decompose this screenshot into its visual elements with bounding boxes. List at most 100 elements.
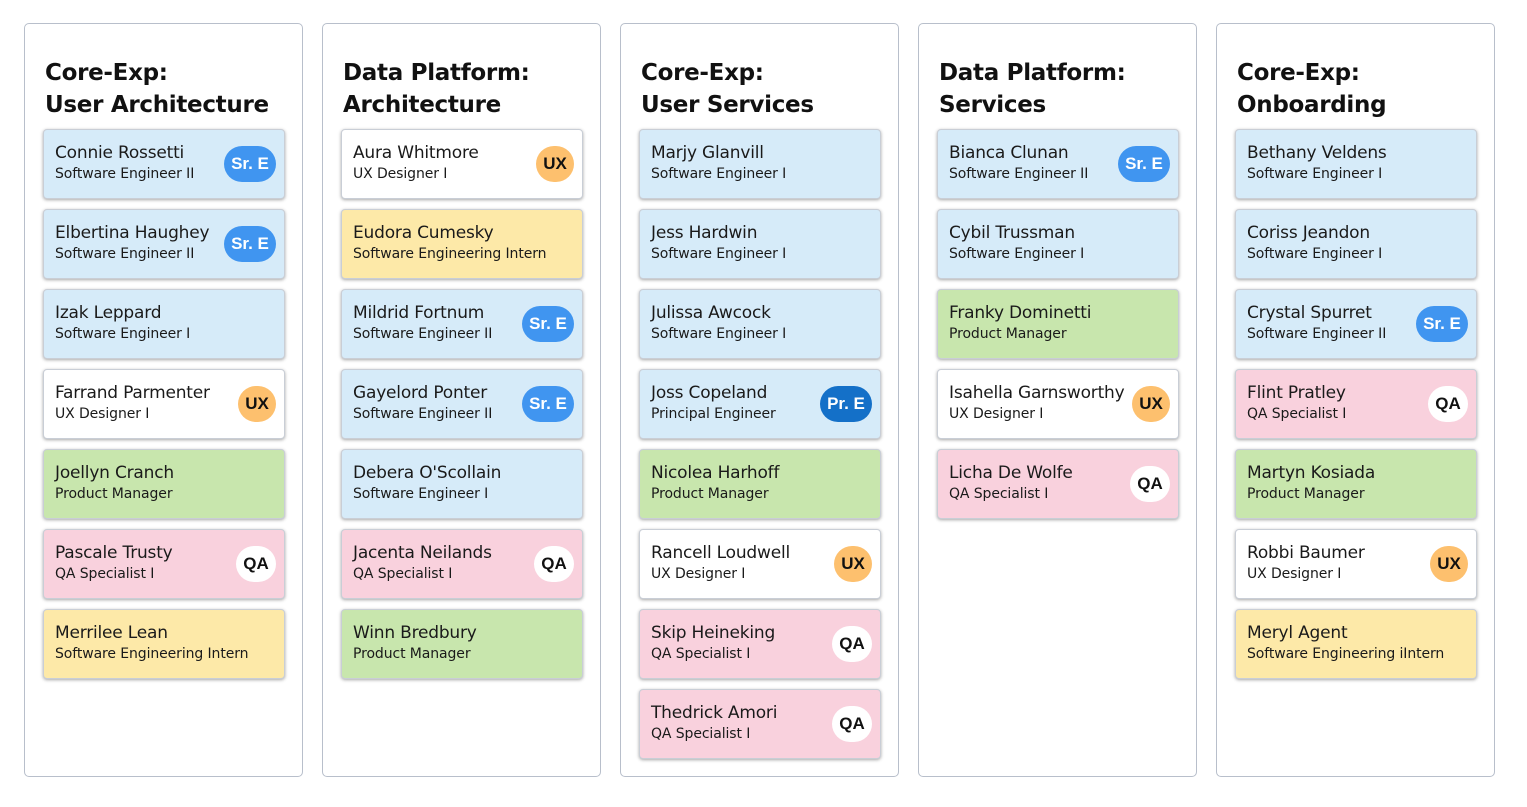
member-role: Product Manager bbox=[651, 486, 769, 502]
member-name: Nicolea Harhoff bbox=[651, 463, 780, 483]
member-card[interactable]: Jess Hardwin Software Engineer I bbox=[639, 209, 881, 279]
column-title-team: Onboarding bbox=[1237, 92, 1387, 118]
member-role: Software Engineer I bbox=[353, 486, 489, 502]
column-title: Data Platform: Services bbox=[939, 57, 1178, 121]
member-role: Product Manager bbox=[353, 646, 471, 662]
member-card[interactable]: Franky Dominetti Product Manager bbox=[937, 289, 1179, 359]
member-name: Marjy Glanvill bbox=[651, 143, 764, 163]
sr-role-badge: Sr. E bbox=[1416, 306, 1468, 342]
member-card[interactable]: Cybil Trussman Software Engineer I bbox=[937, 209, 1179, 279]
member-card[interactable]: Rancell Loudwell UX Designer I UX bbox=[639, 529, 881, 599]
member-role: Product Manager bbox=[1247, 486, 1365, 502]
member-card[interactable]: Izak Leppard Software Engineer I bbox=[43, 289, 285, 359]
column-title-group: Data Platform: bbox=[939, 60, 1126, 86]
member-card[interactable]: Marjy Glanvill Software Engineer I bbox=[639, 129, 881, 199]
member-card[interactable]: Robbi Baumer UX Designer I UX bbox=[1235, 529, 1477, 599]
member-role: Product Manager bbox=[949, 326, 1067, 342]
member-role: Software Engineer I bbox=[55, 326, 191, 342]
column-title: Data Platform: Architecture bbox=[343, 57, 582, 121]
member-name: Eudora Cumesky bbox=[353, 223, 494, 243]
qa-role-badge: QA bbox=[1130, 466, 1170, 502]
member-card[interactable]: Gayelord Ponter Software Engineer II Sr. E bbox=[341, 369, 583, 439]
column-title-team: User Architecture bbox=[45, 92, 269, 118]
member-name: Bethany Veldens bbox=[1247, 143, 1387, 163]
member-card[interactable]: Thedrick Amori QA Specialist I QA bbox=[639, 689, 881, 759]
team-column: Core-Exp: User Services Marjy Glanvill Soft… bbox=[620, 23, 899, 777]
member-card[interactable]: Flint Pratley QA Specialist I QA bbox=[1235, 369, 1477, 439]
member-card[interactable]: Bethany Veldens Software Engineer I bbox=[1235, 129, 1477, 199]
member-card-list: Connie Rossetti Software Engineer II Sr. E… bbox=[43, 129, 285, 679]
column-title: Core-Exp: Onboarding bbox=[1237, 57, 1476, 121]
column-title-group: Core-Exp: bbox=[641, 60, 764, 86]
column-title-group: Core-Exp: bbox=[45, 60, 168, 86]
member-name: Izak Leppard bbox=[55, 303, 162, 323]
member-name: Merrilee Lean bbox=[55, 623, 168, 643]
member-role: Software Engineering iIntern bbox=[1247, 646, 1445, 662]
member-card[interactable]: Elbertina Haughey Software Engineer II Sr.… bbox=[43, 209, 285, 279]
member-card[interactable]: Meryl Agent Software Engineering iIntern bbox=[1235, 609, 1477, 679]
member-card[interactable]: Aura Whitmore UX Designer I UX bbox=[341, 129, 583, 199]
member-role: Software Engineer I bbox=[651, 166, 787, 182]
member-card[interactable]: Eudora Cumesky Software Engineering Inter… bbox=[341, 209, 583, 279]
team-column: Core-Exp: User Architecture Connie Rossett… bbox=[24, 23, 303, 777]
member-card[interactable]: Julissa Awcock Software Engineer I bbox=[639, 289, 881, 359]
team-column: Data Platform: Services Bianca Clunan Softw… bbox=[918, 23, 1197, 777]
qa-role-badge: QA bbox=[534, 546, 574, 582]
team-column: Data Platform: Architecture Aura Whitmore U… bbox=[322, 23, 601, 777]
member-card[interactable]: Bianca Clunan Software Engineer II Sr. E bbox=[937, 129, 1179, 199]
qa-role-badge: QA bbox=[832, 626, 872, 662]
sr-role-badge: Sr. E bbox=[224, 226, 276, 262]
member-role: Software Engineer I bbox=[949, 246, 1085, 262]
member-role: Software Engineer I bbox=[1247, 246, 1383, 262]
member-role: Software Engineer I bbox=[651, 246, 787, 262]
member-name: Julissa Awcock bbox=[651, 303, 771, 323]
ux-role-badge: UX bbox=[1132, 386, 1170, 422]
member-name: Franky Dominetti bbox=[949, 303, 1092, 323]
member-card[interactable]: Nicolea Harhoff Product Manager bbox=[639, 449, 881, 519]
member-name: Cybil Trussman bbox=[949, 223, 1075, 243]
member-name: Meryl Agent bbox=[1247, 623, 1348, 643]
member-card[interactable]: Merrilee Lean Software Engineering Intern bbox=[43, 609, 285, 679]
member-role: Product Manager bbox=[55, 486, 173, 502]
sr-role-badge: Sr. E bbox=[1118, 146, 1170, 182]
member-card[interactable]: Isahella Garnsworthy UX Designer I UX bbox=[937, 369, 1179, 439]
sr-role-badge: Sr. E bbox=[522, 306, 574, 342]
member-card[interactable]: Debera O'Scollain Software Engineer I bbox=[341, 449, 583, 519]
member-card[interactable]: Joellyn Cranch Product Manager bbox=[43, 449, 285, 519]
member-name: Joellyn Cranch bbox=[55, 463, 174, 483]
member-card[interactable]: Pascale Trusty QA Specialist I QA bbox=[43, 529, 285, 599]
column-title: Core-Exp: User Architecture bbox=[45, 57, 284, 121]
member-card[interactable]: Martyn Kosiada Product Manager bbox=[1235, 449, 1477, 519]
member-name: Debera O'Scollain bbox=[353, 463, 502, 483]
member-card-list: Marjy Glanvill Software Engineer I Jess Ha… bbox=[639, 129, 881, 759]
team-board: Core-Exp: User Architecture Connie Rossett… bbox=[24, 23, 1495, 777]
column-title-group: Core-Exp: bbox=[1237, 60, 1360, 86]
ux-role-badge: UX bbox=[238, 386, 276, 422]
ux-role-badge: UX bbox=[1430, 546, 1468, 582]
member-name: Martyn Kosiada bbox=[1247, 463, 1376, 483]
column-title: Core-Exp: User Services bbox=[641, 57, 880, 121]
ux-role-badge: UX bbox=[536, 146, 574, 182]
member-card[interactable]: Crystal Spurret Software Engineer II Sr. E bbox=[1235, 289, 1477, 359]
column-title-team: User Services bbox=[641, 92, 814, 118]
member-card[interactable]: Joss Copeland Principal Engineer Pr. E bbox=[639, 369, 881, 439]
member-card[interactable]: Farrand Parmenter UX Designer I UX bbox=[43, 369, 285, 439]
member-card[interactable]: Winn Bredbury Product Manager bbox=[341, 609, 583, 679]
qa-role-badge: QA bbox=[832, 706, 872, 742]
member-role: Software Engineer I bbox=[1247, 166, 1383, 182]
member-card[interactable]: Mildrid Fortnum Software Engineer II Sr. E bbox=[341, 289, 583, 359]
team-column: Core-Exp: Onboarding Bethany Veldens Softwa… bbox=[1216, 23, 1495, 777]
member-role: Software Engineering Intern bbox=[55, 646, 249, 662]
column-title-group: Data Platform: bbox=[343, 60, 530, 86]
member-card[interactable]: Coriss Jeandon Software Engineer I bbox=[1235, 209, 1477, 279]
member-card[interactable]: Connie Rossetti Software Engineer II Sr. E bbox=[43, 129, 285, 199]
member-card[interactable]: Licha De Wolfe QA Specialist I QA bbox=[937, 449, 1179, 519]
member-card[interactable]: Skip Heineking QA Specialist I QA bbox=[639, 609, 881, 679]
member-card-list: Bianca Clunan Software Engineer II Sr. E Cy… bbox=[937, 129, 1179, 519]
member-role: Software Engineering Intern bbox=[353, 246, 547, 262]
ux-role-badge: UX bbox=[834, 546, 872, 582]
qa-role-badge: QA bbox=[236, 546, 276, 582]
member-card-list: Aura Whitmore UX Designer I UX Eudora Cumes… bbox=[341, 129, 583, 679]
pr-role-badge: Pr. E bbox=[820, 386, 872, 422]
member-card[interactable]: Jacenta Neilands QA Specialist I QA bbox=[341, 529, 583, 599]
